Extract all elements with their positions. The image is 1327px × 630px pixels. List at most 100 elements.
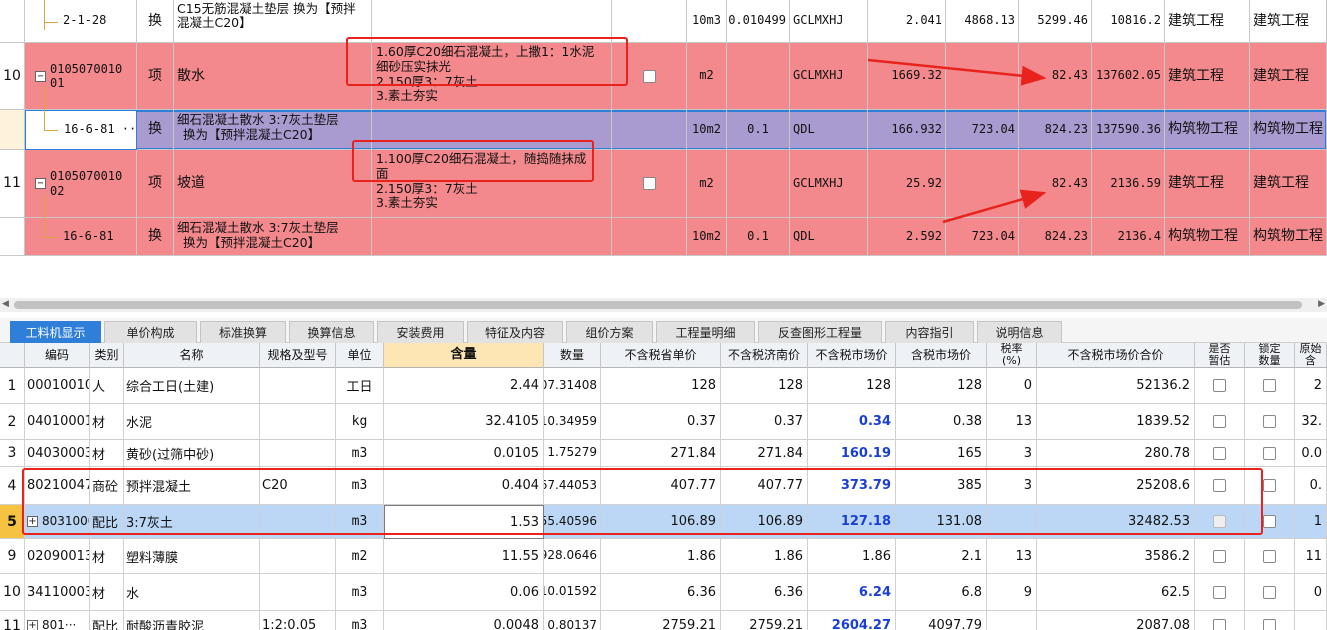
- resource-row[interactable]: 11 +801··· 配比 耐酸沥青胶泥 1:2:0.05 m3 0.0048 0.80137…: [0, 611, 1327, 630]
- header-spec[interactable]: 规格及型号: [260, 343, 336, 368]
- header-category[interactable]: 类别: [90, 343, 124, 368]
- resource-row[interactable]: 4 80210047 商砼 预拌混凝土 C20 m3 0.404 67.44053 407.77…: [0, 467, 1327, 505]
- provisional-cell[interactable]: [1195, 404, 1245, 440]
- header-original-content[interactable]: 原始含: [1295, 343, 1327, 368]
- code-cell: 04010001: [25, 404, 90, 440]
- name-cell: 黄砂(过筛中砂): [124, 440, 260, 467]
- lock-qty-cell[interactable]: [1245, 404, 1295, 440]
- tab-features-content[interactable]: 特征及内容: [467, 321, 563, 343]
- provisional-checkbox[interactable]: [1213, 379, 1226, 392]
- content-cell[interactable]: 2.44: [384, 368, 544, 404]
- lock-qty-cell[interactable]: [1245, 539, 1295, 574]
- tab-quantity-detail[interactable]: 工程量明细: [656, 321, 755, 343]
- tax-cell: 3: [987, 440, 1037, 467]
- provisional-cell[interactable]: [1195, 539, 1245, 574]
- content-cell[interactable]: 0.404: [384, 467, 544, 505]
- lock-qty-cell[interactable]: [1245, 440, 1295, 467]
- provisional-cell[interactable]: [1195, 574, 1245, 611]
- header-tax-rate[interactable]: 税率(%): [987, 343, 1037, 368]
- tab-pricing-scheme[interactable]: 组价方案: [566, 321, 653, 343]
- orig-cell: 1: [1295, 505, 1327, 539]
- header-provincial-price[interactable]: 不含税省单价: [601, 343, 721, 368]
- lock-qty-cell[interactable]: [1245, 368, 1295, 404]
- lock-qty-cell[interactable]: [1245, 574, 1295, 611]
- resource-row-selected[interactable]: 5+80310003配比3:7灰土m31.53255.40596106.8910…: [0, 505, 1327, 539]
- header-rownum: [0, 343, 25, 368]
- header-market-price[interactable]: 不含税市场价: [808, 343, 896, 368]
- header-name[interactable]: 名称: [124, 343, 260, 368]
- header-market-total[interactable]: 不含税市场价合价: [1037, 343, 1195, 368]
- orig-cell: 0.: [1295, 467, 1327, 505]
- resource-row[interactable]: 204010001材水泥kg32.41055410.349590.370.370…: [0, 404, 1327, 440]
- expand-toggle[interactable]: +: [27, 620, 38, 630]
- lock-qty-checkbox[interactable]: [1263, 585, 1276, 599]
- tab-conversion-info[interactable]: 换算信息: [289, 321, 374, 343]
- provisional-cell[interactable]: [1195, 467, 1245, 505]
- lock-qty-checkbox[interactable]: [1263, 446, 1276, 460]
- provisional-checkbox[interactable]: [1213, 446, 1226, 460]
- resource-row[interactable]: 3 04030003 材黄砂(过筛中砂) m3 0.0105 1.75279 271.84 2…: [0, 440, 1327, 467]
- cat-cell: 商砼: [90, 467, 124, 505]
- tab-standard-conversion[interactable]: 标准换算: [200, 321, 286, 343]
- spec-cell: [260, 404, 336, 440]
- tab-reverse-lookup[interactable]: 反查图形工程量: [758, 321, 882, 343]
- cat-cell: 材: [90, 539, 124, 574]
- provisional-cell[interactable]: [1195, 368, 1245, 404]
- qty-cell: 5410.34959: [544, 404, 601, 440]
- annotation-arrows: [867, 58, 1047, 224]
- header-provisional[interactable]: 是否暂估: [1195, 343, 1245, 368]
- content-cell[interactable]: 0.0105: [384, 440, 544, 467]
- header-lock-qty[interactable]: 锁定数量: [1245, 343, 1295, 368]
- header-jinan-price[interactable]: 不含税济南价: [721, 343, 808, 368]
- header-content[interactable]: 含量: [384, 343, 544, 368]
- provisional-cell[interactable]: [1195, 505, 1245, 539]
- content-cell[interactable]: 0.0048: [384, 611, 544, 630]
- tab-unit-price-composition[interactable]: 单价构成: [104, 321, 197, 343]
- resource-row[interactable]: 100010010人综合工日(土建)工日2.44407.314081281281…: [0, 368, 1327, 404]
- expand-toggle[interactable]: +: [27, 516, 38, 527]
- provisional-cell[interactable]: [1195, 611, 1245, 630]
- content-cell[interactable]: 1.53: [384, 505, 544, 539]
- arrow-line: [867, 58, 1047, 86]
- unit-cell: m2: [336, 539, 384, 574]
- provisional-checkbox[interactable]: [1213, 549, 1226, 563]
- header-code[interactable]: 编码: [25, 343, 90, 368]
- tab-content-guide[interactable]: 内容指引: [885, 321, 974, 343]
- tab-labor-material-machine[interactable]: 工料机显示: [10, 321, 101, 343]
- provisional-cell[interactable]: [1195, 440, 1245, 467]
- lock-qty-checkbox[interactable]: [1263, 415, 1276, 428]
- provisional-checkbox[interactable]: [1213, 415, 1226, 428]
- lock-qty-checkbox[interactable]: [1263, 515, 1276, 528]
- content-cell[interactable]: 0.06: [384, 574, 544, 611]
- content-cell[interactable]: 32.4105: [384, 404, 544, 440]
- lock-qty-cell[interactable]: [1245, 505, 1295, 539]
- scrollbar-thumb[interactable]: [14, 301, 1302, 309]
- orig-cell: 11: [1295, 539, 1327, 574]
- lock-qty-checkbox[interactable]: [1263, 619, 1276, 630]
- lock-qty-cell[interactable]: [1245, 467, 1295, 505]
- no-cell: 2: [0, 404, 25, 440]
- lock-qty-checkbox[interactable]: [1263, 379, 1276, 392]
- tab-description[interactable]: 说明信息: [977, 321, 1062, 343]
- lock-qty-cell[interactable]: [1245, 611, 1295, 630]
- provisional-checkbox[interactable]: [1213, 479, 1226, 492]
- tax-cell: 0: [987, 368, 1037, 404]
- provisional-checkbox[interactable]: [1213, 585, 1226, 599]
- provisional-checkbox[interactable]: [1213, 619, 1226, 630]
- tab-install-fee[interactable]: 安装费用: [377, 321, 464, 343]
- scroll-right-icon[interactable]: ▶: [1318, 299, 1325, 309]
- horizontal-scrollbar[interactable]: ◀ ▶: [0, 298, 1327, 312]
- scroll-left-icon[interactable]: ◀: [2, 299, 9, 309]
- lock-qty-checkbox[interactable]: [1263, 479, 1276, 492]
- resource-row[interactable]: 10 34110003 材水 m3 0.06 10.01592 6.36 6.36 6.24 6.…: [0, 574, 1327, 611]
- resource-row[interactable]: 902090013材塑料薄膜m211.551928.06461.861.861.…: [0, 539, 1327, 574]
- total-cell: 52136.2: [1037, 368, 1195, 404]
- content-cell[interactable]: 11.55: [384, 539, 544, 574]
- provisional-checkbox[interactable]: [1213, 515, 1226, 528]
- cat-cell: 人: [90, 368, 124, 404]
- header-unit[interactable]: 单位: [336, 343, 384, 368]
- header-quantity[interactable]: 数量: [544, 343, 601, 368]
- header-taxed-market-price[interactable]: 含税市场价: [896, 343, 987, 368]
- cat-cell: 材: [90, 404, 124, 440]
- lock-qty-checkbox[interactable]: [1263, 549, 1276, 563]
